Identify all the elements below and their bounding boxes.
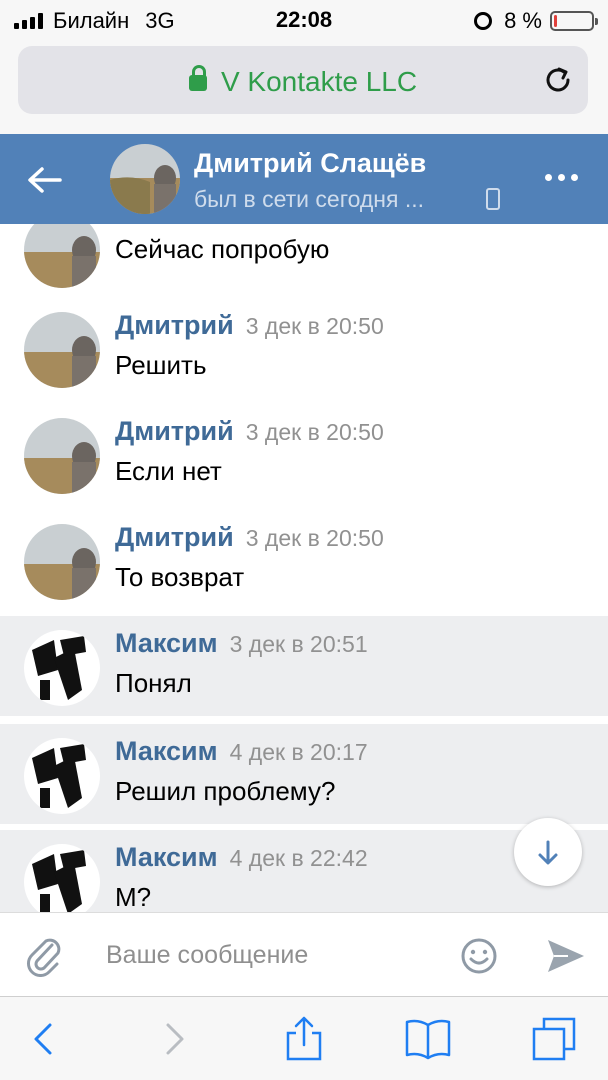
- smile-icon[interactable]: [460, 937, 498, 975]
- message-item: Дмитрий 3 дек в 20:50 Если нет: [0, 404, 608, 510]
- browser-toolbar: [0, 996, 608, 1080]
- avatar[interactable]: [24, 738, 100, 814]
- message-author[interactable]: Дмитрий 3 дек в 20:50: [115, 416, 384, 447]
- message-author[interactable]: Максим 4 дек в 20:17: [115, 736, 368, 767]
- avatar[interactable]: [24, 844, 100, 912]
- message-time: 3 дек в 20:50: [245, 313, 384, 339]
- contact-avatar[interactable]: [110, 144, 180, 214]
- message-input[interactable]: [106, 935, 436, 975]
- message-text: Решить: [115, 350, 207, 380]
- author-name[interactable]: Максим: [115, 736, 218, 766]
- battery-percent: 8 %: [504, 8, 542, 33]
- message-time: 3 дек в 20:50: [245, 525, 384, 551]
- avatar[interactable]: [24, 312, 100, 388]
- message-text: Решил проблему?: [115, 776, 336, 806]
- tabs-icon[interactable]: [530, 1015, 578, 1063]
- alarm-icon: [474, 12, 493, 30]
- message-time: 4 дек в 22:42: [229, 845, 368, 871]
- more-dots-icon[interactable]: [545, 174, 578, 181]
- chevron-left-icon[interactable]: [20, 1015, 68, 1063]
- author-name[interactable]: Дмитрий: [115, 310, 234, 340]
- message-list[interactable]: Сейчас попробую Дмитрий 3 дек в 20:50 Реш…: [0, 224, 608, 912]
- avatar[interactable]: [24, 630, 100, 706]
- arrow-down-icon: [538, 840, 558, 865]
- mobile-icon: [486, 188, 500, 210]
- message-item: Дмитрий 3 дек в 20:50 Решить: [0, 298, 608, 404]
- author-name[interactable]: Дмитрий: [115, 522, 234, 552]
- arrow-left-icon[interactable]: [22, 158, 66, 202]
- chevron-right-icon[interactable]: [150, 1015, 198, 1063]
- message-time: 4 дек в 20:17: [229, 739, 368, 765]
- message-text: Если нет: [115, 456, 222, 486]
- message-text: Сейчас попробую: [115, 234, 330, 264]
- chat-header: Дмитрий Слащёв был в сети сегодня ...: [0, 134, 608, 224]
- message-item: Максим 3 дек в 20:51 Понял: [0, 616, 608, 716]
- reload-icon[interactable]: [542, 64, 574, 96]
- author-name[interactable]: Максим: [115, 628, 218, 658]
- bookmarks-icon[interactable]: [404, 1015, 452, 1063]
- status-right: 8 %: [474, 8, 598, 34]
- contact-status: был в сети сегодня ...: [194, 186, 425, 212]
- message-author[interactable]: Дмитрий 3 дек в 20:50: [115, 310, 384, 341]
- address-text[interactable]: V Kontakte LLC: [18, 65, 588, 98]
- avatar[interactable]: [24, 524, 100, 600]
- message-item: Дмитрий 3 дек в 20:50 То возврат: [0, 510, 608, 616]
- status-bar: Билайн 3G 22:08 8 %: [0, 0, 608, 40]
- scroll-down-button[interactable]: [514, 818, 582, 886]
- lock-icon: [188, 65, 207, 91]
- share-icon[interactable]: [280, 1015, 328, 1063]
- paperclip-icon[interactable]: [24, 933, 64, 977]
- send-icon[interactable]: [546, 937, 586, 975]
- address-bar[interactable]: V Kontakte LLC: [18, 46, 588, 114]
- message-text: М?: [115, 882, 152, 912]
- message-text: То возврат: [115, 562, 245, 592]
- avatar[interactable]: [24, 224, 100, 288]
- site-title: V Kontakte LLC: [220, 66, 418, 97]
- message-composer: [0, 912, 608, 996]
- message-item: Максим 4 дек в 20:17 Решил проблему?: [0, 724, 608, 824]
- author-name[interactable]: Дмитрий: [115, 416, 234, 446]
- message-time: 3 дек в 20:50: [245, 419, 384, 445]
- contact-name: Дмитрий Слащёв: [194, 148, 427, 178]
- message-text: Понял: [115, 668, 192, 698]
- battery-icon: [550, 11, 598, 31]
- message-author[interactable]: Дмитрий 3 дек в 20:50: [115, 522, 384, 553]
- browser-bar: V Kontakte LLC: [0, 40, 608, 134]
- battery-level: [554, 15, 557, 27]
- avatar[interactable]: [24, 418, 100, 494]
- message-author[interactable]: Максим 4 дек в 22:42: [115, 842, 368, 873]
- message-time: 3 дек в 20:51: [229, 631, 368, 657]
- message-author[interactable]: Максим 3 дек в 20:51: [115, 628, 368, 659]
- author-name[interactable]: Максим: [115, 842, 218, 872]
